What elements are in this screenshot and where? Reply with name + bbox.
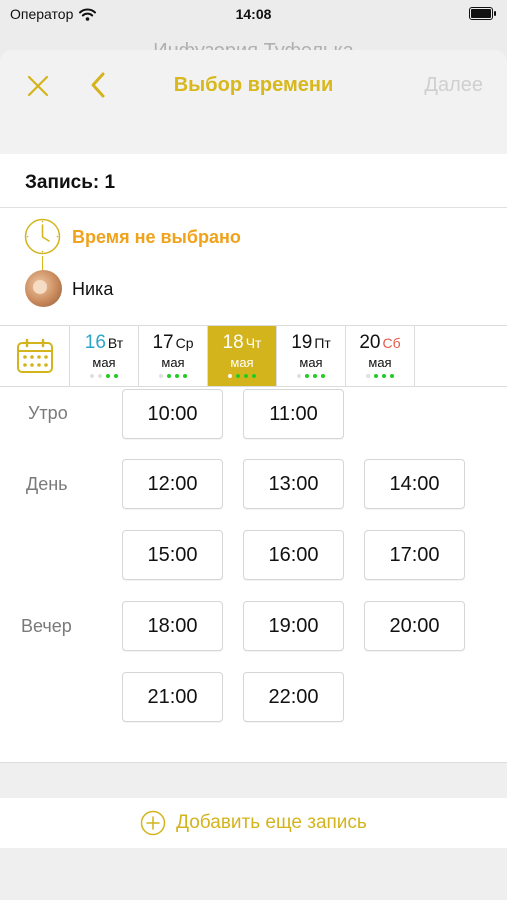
date-day: 16 Вт xyxy=(70,332,138,354)
availability-dot xyxy=(236,374,240,378)
availability-dot xyxy=(90,374,94,378)
booking-card: Запись: 1 Время не выбрано Ника xyxy=(0,154,507,325)
time-slot[interactable]: 10:00 xyxy=(122,389,223,439)
time-slot[interactable]: 11:00 xyxy=(243,389,344,439)
date-list: 16 Вт мая 17 Ср мая 18 Чт мая 19 Пт мая 20 Сб мая xyxy=(70,326,415,386)
date-number: 18 xyxy=(222,332,244,353)
availability-dot xyxy=(366,374,370,378)
calendar-button[interactable] xyxy=(0,326,70,386)
time-slots: Утро День Вечер 10:00 11:00 12:00 13:00 … xyxy=(0,387,507,763)
date-month: мая xyxy=(368,355,392,370)
time-slot[interactable]: 21:00 xyxy=(122,672,223,722)
avatar xyxy=(25,270,62,307)
period-label-evening: Вечер xyxy=(21,616,72,636)
availability-dots xyxy=(346,374,414,378)
date-weekday: Пт xyxy=(314,335,331,351)
date-number: 17 xyxy=(152,332,174,353)
date-month: мая xyxy=(230,355,254,370)
time-selection-sheet: Выбор времени Далее Запись: 1 Время не в… xyxy=(0,50,507,900)
status-bar: Оператор 14:08 xyxy=(0,0,507,30)
date-day: 20 Сб xyxy=(346,332,414,354)
availability-dot xyxy=(390,374,394,378)
time-slot[interactable]: 22:00 xyxy=(243,672,344,722)
add-booking-button[interactable]: Добавить еще запись xyxy=(0,798,507,848)
date-month: мая xyxy=(161,355,185,370)
date-cell-19[interactable]: 19 Пт мая xyxy=(277,326,346,386)
availability-dot xyxy=(244,374,248,378)
date-number: 19 xyxy=(291,332,313,353)
time-status: Время не выбрано xyxy=(72,227,241,247)
period-label-day: День xyxy=(26,474,68,494)
availability-dot xyxy=(252,374,256,378)
booking-header: Запись: 1 xyxy=(0,154,507,208)
date-day: 19 Пт xyxy=(277,332,345,354)
availability-dot xyxy=(228,374,232,378)
time-slot[interactable]: 19:00 xyxy=(243,601,344,651)
availability-dot xyxy=(106,374,110,378)
nav-bar: Выбор времени Далее xyxy=(0,50,507,154)
time-slot[interactable]: 12:00 xyxy=(122,459,223,509)
time-slot[interactable]: 20:00 xyxy=(364,601,465,651)
calendar-icon xyxy=(16,338,53,373)
availability-dot xyxy=(159,374,163,378)
availability-dot xyxy=(183,374,187,378)
master-name: Ника xyxy=(72,279,114,299)
date-day: 18 Чт xyxy=(208,332,276,354)
time-slot[interactable]: 16:00 xyxy=(243,530,344,580)
availability-dot xyxy=(175,374,179,378)
period-label-morning: Утро xyxy=(28,403,68,423)
availability-dot xyxy=(297,374,301,378)
date-month: мая xyxy=(92,355,116,370)
date-picker: 16 Вт мая 17 Ср мая 18 Чт мая 19 Пт мая 20 Сб мая xyxy=(0,325,507,387)
time-slot[interactable]: 15:00 xyxy=(122,530,223,580)
date-cell-18[interactable]: 18 Чт мая xyxy=(208,326,277,386)
plus-circle-icon xyxy=(140,810,166,836)
availability-dot xyxy=(382,374,386,378)
date-weekday: Чт xyxy=(245,335,262,351)
date-cell-17[interactable]: 17 Ср мая xyxy=(139,326,208,386)
availability-dot xyxy=(167,374,171,378)
date-day: 17 Ср xyxy=(139,332,207,354)
availability-dot xyxy=(321,374,325,378)
date-weekday: Ср xyxy=(175,335,194,351)
availability-dot xyxy=(98,374,102,378)
next-button[interactable]: Далее xyxy=(424,74,483,97)
time-slot[interactable]: 18:00 xyxy=(122,601,223,651)
time-slot[interactable]: 13:00 xyxy=(243,459,344,509)
availability-dots xyxy=(208,374,276,378)
clock-icon xyxy=(24,218,61,255)
booking-info: Время не выбрано Ника xyxy=(0,208,507,325)
timeline-connector xyxy=(42,256,43,270)
availability-dots xyxy=(277,374,345,378)
date-weekday: Вт xyxy=(107,335,124,351)
date-month: мая xyxy=(299,355,323,370)
availability-dot xyxy=(114,374,118,378)
time-slot[interactable]: 17:00 xyxy=(364,530,465,580)
date-weekday: Сб xyxy=(382,335,401,351)
availability-dots xyxy=(70,374,138,378)
availability-dot xyxy=(305,374,309,378)
availability-dot xyxy=(313,374,317,378)
battery-icon xyxy=(469,7,496,20)
date-number: 20 xyxy=(359,332,381,353)
add-booking-label: Добавить еще запись xyxy=(176,812,367,833)
availability-dots xyxy=(139,374,207,378)
availability-dot xyxy=(374,374,378,378)
date-number: 16 xyxy=(84,332,106,353)
clock-time: 14:08 xyxy=(235,6,272,22)
date-cell-16[interactable]: 16 Вт мая xyxy=(70,326,139,386)
date-cell-20[interactable]: 20 Сб мая xyxy=(346,326,415,386)
time-slot[interactable]: 14:00 xyxy=(364,459,465,509)
